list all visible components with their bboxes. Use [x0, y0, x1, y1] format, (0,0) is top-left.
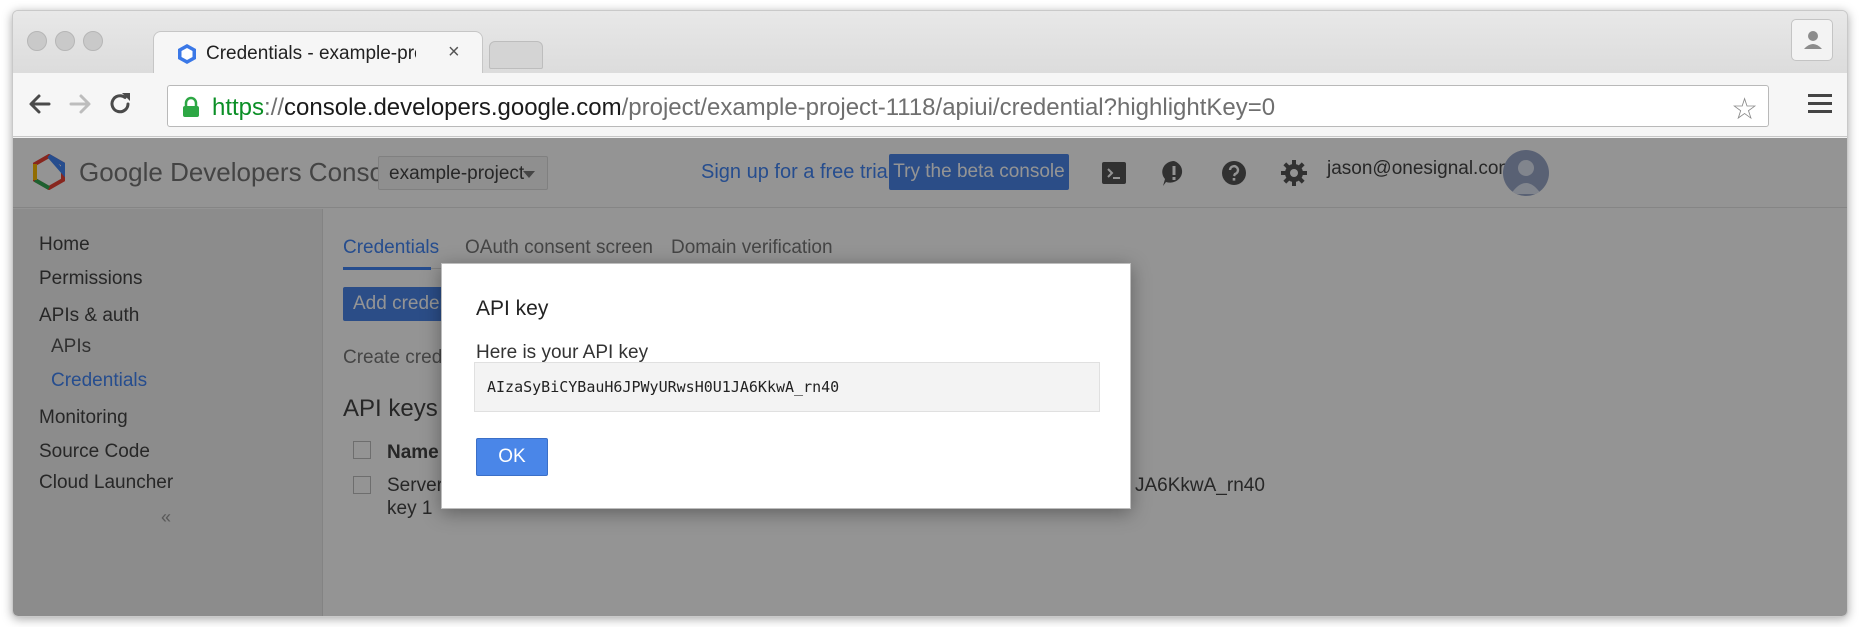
api-key-field[interactable]: AIzaSyBiCYBauH6JPWyURwsH0U1JA6KkwA_rn40: [474, 362, 1100, 412]
tab-title: Credentials - example-project: [206, 43, 416, 64]
zoom-window-button[interactable]: [83, 31, 103, 51]
address-bar[interactable]: https://console.developers.google.com/pr…: [167, 85, 1769, 127]
url-separator: ://: [264, 94, 285, 121]
url-text: https://console.developers.google.com/pr…: [212, 94, 1275, 122]
browser-tab-credentials[interactable]: Credentials - example-project ×: [153, 31, 483, 73]
forward-arrow-icon[interactable]: [63, 87, 97, 121]
back-arrow-icon[interactable]: [23, 87, 57, 121]
developers-console-favicon-icon: [178, 44, 196, 64]
close-window-button[interactable]: [27, 31, 47, 51]
tab-strip: Credentials - example-project ×: [13, 11, 1847, 73]
minimize-window-button[interactable]: [55, 31, 75, 51]
url-scheme: https: [212, 94, 265, 121]
dialog-title: API key: [476, 297, 549, 320]
api-key-value[interactable]: AIzaSyBiCYBauH6JPWyURwsH0U1JA6KkwA_rn40: [487, 378, 839, 396]
url-path: /project/example-project-1118/apiui/cred…: [621, 94, 1276, 121]
bookmark-star-icon[interactable]: ☆: [1731, 92, 1758, 127]
api-key-dialog: API key Here is your API key AIzaSyBiCYB…: [441, 263, 1131, 509]
browser-toolbar: https://console.developers.google.com/pr…: [13, 73, 1847, 137]
person-icon: [1804, 31, 1822, 49]
browser-window: Credentials - example-project × https://…: [12, 10, 1848, 617]
tab-close-icon[interactable]: ×: [448, 41, 460, 64]
new-tab-button[interactable]: [489, 41, 543, 69]
url-host: console.developers.google.com: [284, 94, 622, 121]
profile-button[interactable]: [1791, 19, 1833, 61]
dialog-subtitle: Here is your API key: [476, 342, 649, 363]
page-viewport: Google Developers Console example-projec…: [13, 138, 1847, 616]
ok-button[interactable]: OK: [476, 438, 548, 476]
secure-lock-icon: [183, 96, 199, 117]
hamburger-menu-icon[interactable]: [1807, 91, 1833, 117]
reload-icon[interactable]: [103, 87, 137, 121]
